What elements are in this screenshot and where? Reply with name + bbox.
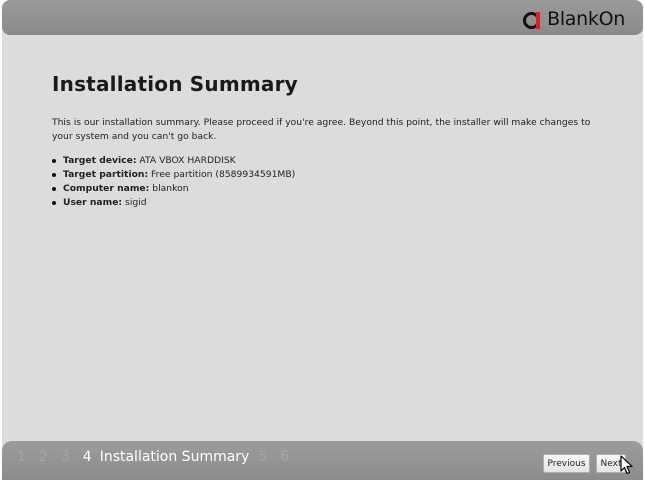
item-key: Computer name: xyxy=(63,183,150,194)
list-item: Target device: ATA VBOX HARDDISK xyxy=(52,154,612,168)
list-item: User name: sigid xyxy=(52,196,612,210)
bullet-icon xyxy=(52,159,56,163)
item-value: blankon xyxy=(149,183,189,194)
item-value: ATA VBOX HARDDISK xyxy=(136,155,236,166)
brand-name: BlankOn xyxy=(547,8,625,30)
item-key: Target partition: xyxy=(63,169,149,180)
step-6: 6 xyxy=(280,449,290,465)
installer-window: BlankOn Installation Summary This is our… xyxy=(2,0,643,480)
bullet-icon xyxy=(52,201,56,205)
previous-button[interactable]: Previous xyxy=(543,454,590,473)
header-bar: BlankOn xyxy=(2,0,643,35)
list-item: Target partition: Free partition (858993… xyxy=(52,168,612,182)
bullet-icon xyxy=(52,173,56,177)
summary-content: Installation Summary This is our install… xyxy=(52,72,612,210)
page-title: Installation Summary xyxy=(52,72,298,96)
step-1: 1 xyxy=(17,449,26,465)
summary-list: Target device: ATA VBOX HARDDISK Target … xyxy=(52,154,612,210)
step-4-current: 4 xyxy=(82,449,92,465)
brand-logo: BlankOn xyxy=(523,8,625,30)
step-2: 2 xyxy=(38,449,48,465)
blankon-logo-icon xyxy=(523,10,541,29)
step-5: 5 xyxy=(258,449,268,465)
item-value: Free partition (8589934591MB) xyxy=(148,169,296,180)
current-step-label: Installation Summary xyxy=(99,449,250,465)
item-value: sigid xyxy=(122,197,147,208)
mouse-cursor-icon xyxy=(620,455,633,475)
bullet-icon xyxy=(52,187,56,191)
item-key: User name: xyxy=(63,197,123,208)
step-3: 3 xyxy=(60,449,70,465)
item-key: Target device: xyxy=(63,155,137,166)
list-item: Computer name: blankon xyxy=(52,182,612,196)
step-indicator: 1 2 3 4 Installation Summary 5 6 xyxy=(17,449,302,465)
intro-text: This is our installation summary. Please… xyxy=(52,117,591,142)
